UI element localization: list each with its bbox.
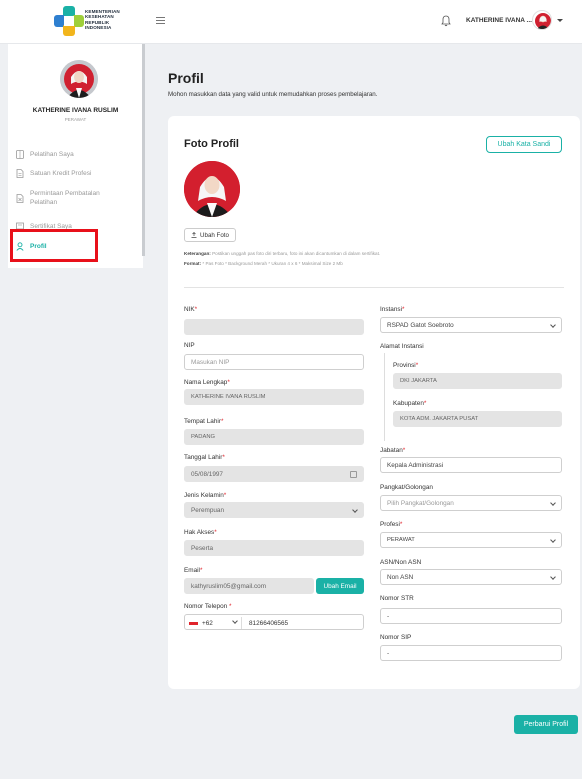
page-subtitle: Mohon masukkan data yang valid untuk mem… [168,91,378,98]
email-label: Email* [184,567,203,574]
sidebar-avatar [60,60,98,98]
provinsi-field: DKI JAKARTA [393,373,562,389]
chevron-down-icon [232,618,238,624]
sidebar-item-permintaan-pembatalan[interactable]: Permintaan Pembatalan Pelatihan [8,189,143,209]
sidebar-user-role: PERAWAT [64,117,87,122]
tanggal-lahir-field: 05/08/1997 [184,466,364,482]
asn-label: ASN/Non ASN [380,559,422,566]
nama-field: KATHERINE IVANA RUSLIM [184,389,364,405]
instansi-label: Instansi* [380,306,405,313]
nama-label: Nama Lengkap* [184,379,230,386]
profesi-label: Profesi* [380,521,403,528]
profesi-select[interactable]: PERAWAT [380,532,562,548]
jabatan-label: Jabatan* [380,447,406,454]
email-field: kathyruslim05@gmail.com [184,578,314,594]
cancel-document-icon [16,194,24,203]
chevron-down-icon [352,507,358,513]
nik-label: NIK* [184,306,198,313]
pangkat-select[interactable]: Pilih Pangkat/Golongan [380,495,562,511]
sidebar-item-satuan-kredit-profesi[interactable]: Satuan Kredit Profesi [8,166,143,180]
book-icon [16,149,24,159]
phone-field: +62 81266406565 [184,614,364,630]
update-profile-button[interactable]: Perbarui Profil [514,715,578,734]
header-avatar[interactable] [532,10,552,30]
jenis-kelamin-select[interactable]: Perempuan [184,502,364,518]
page-title: Profil [168,70,204,86]
photo-format-note: Format: * Pas Foto * Background Merah * … [184,261,343,266]
sidebar-item-label: Satuan Kredit Profesi [30,169,92,177]
str-label: Nomor STR [380,595,414,602]
hak-akses-field: Peserta [184,540,364,556]
provinsi-label: Provinsi* [393,362,419,369]
chevron-down-icon[interactable] [557,19,563,22]
sidebar-item-label: Permintaan Pembatalan Pelatihan [30,190,100,206]
alamat-instansi-label: Alamat Instansi [380,343,424,350]
chevron-down-icon [550,500,556,506]
nip-input[interactable]: Masukan NIP [184,354,364,370]
indonesia-flag-icon [189,621,198,625]
menu-icon[interactable] [156,17,165,24]
sidebar-item-label: Pelatihan Saya [30,150,74,158]
profile-photo [184,161,240,217]
upload-photo-button[interactable]: Ubah Foto [184,228,236,242]
highlight-box [10,229,98,262]
profile-card: Foto Profil Ubah Kata Sandi Ubah Foto Ke… [168,116,580,689]
sip-label: Nomor SIP [380,634,412,641]
sidebar-user-name: KATHERINE IVANA RUSLIM [32,107,119,114]
tanggal-lahir-label: Tanggal Lahir* [184,454,225,461]
nip-label: NIP [184,342,195,349]
phone-input[interactable]: 81266406565 [249,615,288,631]
nik-field [184,319,364,335]
sidebar-scrollbar[interactable] [142,44,145,256]
chevron-down-icon [550,322,556,328]
document-icon [16,168,24,178]
sidebar-item-pelatihan-saya[interactable]: Pelatihan Saya [8,147,143,161]
tempat-lahir-label: Tempat Lahir* [184,418,224,425]
kabupaten-label: Kabupaten* [393,400,427,407]
card-title: Foto Profil [184,138,239,150]
chevron-down-icon [550,537,556,543]
jenis-kelamin-label: Jenis Kelamin* [184,492,227,499]
asn-select[interactable]: Non ASN [380,569,562,585]
pangkat-label: Pangkat/Golongan [380,484,433,491]
photo-note: Keterangan: Postikan unggah pas foto dir… [184,251,381,256]
sip-input[interactable]: - [380,645,562,661]
str-input[interactable]: - [380,608,562,624]
calendar-icon [350,471,357,478]
kemenkes-logo[interactable]: KEMENTERIAN KESEHATAN REPUBLIK INDONESIA [54,4,140,38]
telepon-label: Nomor Telepon * [184,603,232,610]
chevron-down-icon [550,574,556,580]
logo-text: KEMENTERIAN KESEHATAN REPUBLIK INDONESIA [85,9,120,31]
change-password-button[interactable]: Ubah Kata Sandi [486,136,562,153]
top-bar: KEMENTERIAN KESEHATAN REPUBLIK INDONESIA… [0,0,582,44]
change-email-button[interactable]: Ubah Email [316,578,364,594]
tempat-lahir-field: PADANG [184,429,364,445]
divider [184,287,564,288]
hak-akses-label: Hak Akses* [184,529,217,536]
kemenkes-logo-icon [54,6,84,36]
country-code-select[interactable]: +62 [189,615,243,631]
bell-icon[interactable] [441,15,451,27]
header-user-name[interactable]: KATHERINE IVANA ... [466,17,532,24]
instansi-select[interactable]: RSPAD Gatot Soebroto [380,317,562,333]
upload-icon [191,232,197,238]
jabatan-input[interactable]: Kepala Administrasi [380,457,562,473]
kabupaten-field: KOTA ADM. JAKARTA PUSAT [393,411,562,427]
